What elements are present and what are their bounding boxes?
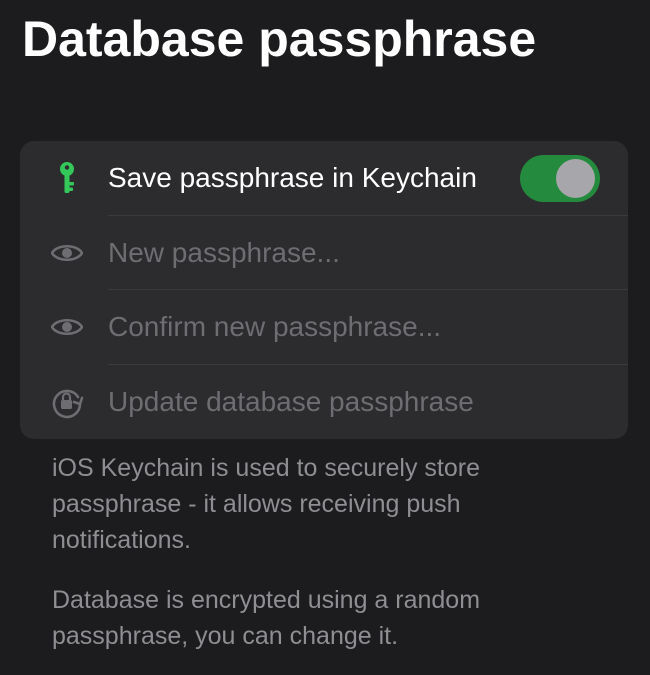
update-passphrase-button[interactable]: Update database passphrase <box>20 365 628 440</box>
new-passphrase-input[interactable]: New passphrase... <box>108 237 340 269</box>
key-icon <box>50 161 84 195</box>
keychain-label: Save passphrase in Keychain <box>108 162 477 194</box>
new-passphrase-row[interactable]: New passphrase... <box>20 216 628 290</box>
eye-icon[interactable] <box>50 236 84 270</box>
update-passphrase-label: Update database passphrase <box>108 385 474 417</box>
lock-rotate-icon <box>50 385 84 419</box>
keychain-toggle[interactable] <box>520 155 600 202</box>
confirm-passphrase-row[interactable]: Confirm new passphrase... <box>20 290 628 365</box>
page-title: Database passphrase <box>22 11 537 67</box>
keychain-footer-note: iOS Keychain is used to securely store p… <box>52 454 480 554</box>
toggle-knob <box>556 159 595 198</box>
settings-card: Save passphrase in Keychain New passphra… <box>20 141 628 439</box>
keychain-row: Save passphrase in Keychain <box>20 141 628 216</box>
eye-icon[interactable] <box>50 310 84 344</box>
encryption-footer-note: Database is encrypted using a random pas… <box>52 586 481 650</box>
confirm-passphrase-input[interactable]: Confirm new passphrase... <box>108 311 441 343</box>
